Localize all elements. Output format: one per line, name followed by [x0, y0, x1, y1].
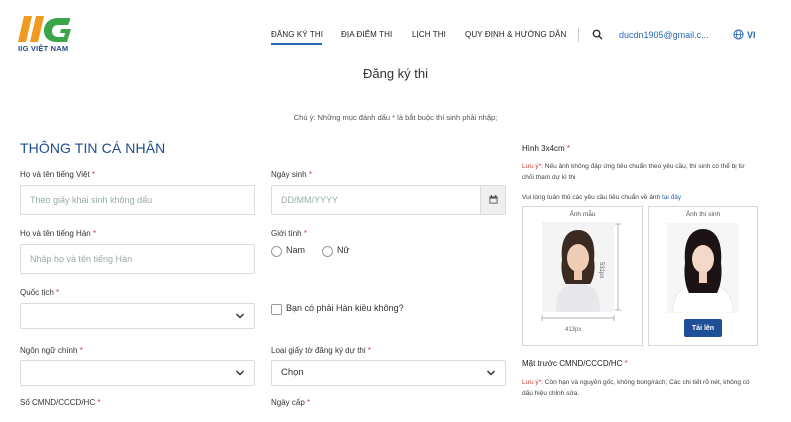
search-icon[interactable]: [592, 29, 603, 40]
nationality-label: Quốc tịch *: [20, 288, 60, 297]
user-email-link[interactable]: ducdn1905@gmail.c...: [619, 30, 727, 40]
name-vi-input[interactable]: Theo giấy khai sinh không dấu: [20, 185, 255, 215]
chevron-down-icon: [486, 370, 496, 376]
name-vi-label: Họ và tên tiếng Việt *: [20, 170, 96, 179]
gender-male-label: Nam: [286, 245, 306, 255]
cmnd-front-title: Mặt trước CMND/CCCD/HC *: [522, 359, 628, 368]
sample-photo-image: [541, 222, 621, 321]
photo-width-label: 413px: [565, 327, 582, 333]
korean-overseas-checkbox[interactable]: [271, 304, 282, 315]
language-switcher[interactable]: VI: [733, 29, 756, 40]
nav-exam-schedule[interactable]: LỊCH THI: [412, 30, 446, 44]
nav-register-exam[interactable]: ĐĂNG KÝ THI: [271, 30, 323, 44]
photo-section-title: Hình 3x4cm *: [522, 144, 571, 153]
doc-type-select[interactable]: Chọn: [271, 360, 506, 386]
section-title-personal-info: THÔNG TIN CÁ NHÂN: [20, 140, 166, 156]
name-kr-input[interactable]: Nhập họ và tên tiếng Hàn: [20, 244, 255, 274]
gender-male-radio[interactable]: [271, 246, 282, 257]
name-kr-label: Họ và tên tiếng Hàn *: [20, 229, 97, 238]
language-code: VI: [747, 29, 756, 40]
dob-input[interactable]: DD/MM/YYYY: [271, 185, 506, 215]
chevron-down-icon: [235, 370, 245, 376]
chevron-down-icon: [235, 313, 245, 319]
globe-icon: [733, 29, 744, 40]
candidate-photo-caption: Ảnh thí sinh: [685, 211, 721, 218]
gender-female-label: Nữ: [337, 245, 350, 255]
nav-exam-locations[interactable]: ĐỊA ĐIỂM THI: [341, 30, 392, 44]
nav-divider: [578, 28, 579, 42]
header: IIG VIỆT NAM ĐĂNG KÝ THI ĐỊA ĐIỂM THI LỊ…: [0, 0, 791, 62]
korean-overseas-label: Bạn có phải Hàn kiều không?: [286, 303, 404, 313]
calendar-button[interactable]: [480, 186, 505, 214]
issue-date-label: Ngày cấp *: [271, 398, 311, 407]
upload-photo-button[interactable]: Tải lên: [684, 319, 722, 337]
id-number-label: Số CMND/CCCD/HC *: [20, 398, 101, 407]
gender-female-radio[interactable]: [322, 246, 333, 257]
photo-guide-link[interactable]: tại đây: [662, 194, 681, 201]
iig-logo-mark-icon: [18, 16, 71, 42]
dob-placeholder: DD/MM/YYYY: [281, 195, 339, 205]
sample-photo-caption: Ảnh mẫu: [569, 211, 596, 218]
nav-rules-guide[interactable]: QUY ĐỊNH & HƯỚNG DẪN: [465, 30, 566, 44]
cmnd-warning: Lưu ý*: Còn hạn và nguyên gốc, không bon…: [522, 379, 750, 397]
main-language-select[interactable]: [20, 360, 255, 386]
logo-text: IIG VIỆT NAM: [18, 44, 69, 53]
dob-label: Ngày sinh *: [271, 170, 312, 179]
nationality-select[interactable]: [20, 303, 255, 329]
gender-label: Giới tính *: [271, 229, 307, 238]
iig-logo[interactable]: IIG VIỆT NAM: [18, 14, 80, 56]
active-nav-indicator: [271, 43, 322, 45]
calendar-icon: [489, 195, 498, 204]
doc-type-label: Loại giấy tờ đăng ký dự thi *: [271, 346, 372, 355]
doc-type-value: Chọn: [281, 367, 304, 378]
candidate-photo-image: [667, 223, 739, 313]
photo-warning: Lưu ý*: Nếu ảnh không đáp ứng tiêu chuẩn…: [522, 163, 745, 181]
page-title: Đăng ký thi: [362, 66, 429, 81]
required-fields-note: Chú ý: Những mục đánh dấu * là bắt buộc …: [293, 113, 498, 122]
photo-height-label: 531px: [598, 262, 604, 279]
photo-guide: Vui lòng tuân thủ các yêu cầu tiêu chuẩn…: [522, 194, 682, 201]
language-label: Ngôn ngữ chính *: [20, 346, 83, 355]
